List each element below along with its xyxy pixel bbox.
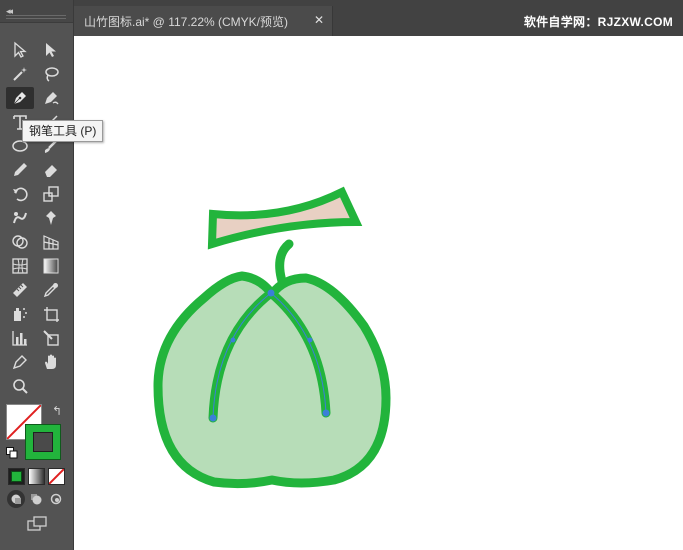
puppet-warp-tool-icon[interactable] [39, 207, 63, 229]
hand-tool-icon[interactable] [39, 351, 63, 373]
rotate-tool-icon[interactable] [8, 183, 32, 205]
watermark-text: 软件自学网：RJZXW.COM [523, 15, 673, 29]
pen-tool-icon[interactable] [6, 87, 34, 109]
eyedropper-tool-icon[interactable] [39, 279, 63, 301]
anchor-point[interactable] [322, 409, 330, 417]
default-fill-stroke-icon[interactable] [6, 446, 18, 459]
document-tab-bar: 山竹图标.ai* @ 117.22% (CMYK/预览) ✕ 软件自学网：RJZ… [74, 0, 683, 36]
magic-wand-tool-icon[interactable] [8, 63, 32, 85]
draw-inside-icon[interactable] [47, 490, 65, 508]
zoom-tool-icon[interactable] [8, 375, 32, 397]
artboard-canvas[interactable] [74, 36, 683, 550]
pencil-tool-icon[interactable] [8, 159, 32, 181]
mesh-tool-icon[interactable] [8, 255, 32, 277]
scale-tool-icon[interactable] [39, 183, 63, 205]
draw-behind-icon[interactable] [27, 490, 45, 508]
fill-stroke-control: ↰ [6, 404, 68, 460]
screen-mode-icon[interactable] [24, 513, 50, 535]
perspective-grid-tool-icon[interactable] [39, 231, 63, 253]
symbol-sprayer-tool-icon[interactable] [8, 303, 32, 325]
gradient-tool-icon[interactable] [39, 255, 63, 277]
anchor-point[interactable] [209, 414, 217, 422]
mangosteen-artwork [153, 186, 391, 489]
document-tab-title: 山竹图标.ai* @ 117.22% (CMYK/预览) [84, 14, 289, 29]
draw-normal-icon[interactable] [7, 490, 25, 508]
swap-fill-stroke-icon[interactable]: ↰ [52, 404, 62, 418]
selection-tool-icon[interactable] [8, 39, 32, 61]
anchor-point[interactable] [267, 289, 275, 297]
toolbar-header[interactable]: ◂◂ [0, 0, 73, 23]
direct-selection-tool-icon[interactable] [39, 39, 63, 61]
eraser-tool-icon[interactable] [39, 159, 63, 181]
artwork-fruit-body[interactable] [153, 271, 391, 489]
gradient-mode-button[interactable] [28, 468, 45, 485]
shape-builder-tool-icon[interactable] [8, 231, 32, 253]
measure-tool-icon[interactable] [8, 279, 32, 301]
artboard-tool-icon[interactable] [39, 303, 63, 325]
warp-tool-icon[interactable] [8, 207, 32, 229]
panel-grip[interactable] [6, 15, 66, 19]
document-tab[interactable]: 山竹图标.ai* @ 117.22% (CMYK/预览) ✕ [74, 6, 333, 36]
slice-tool-icon[interactable] [39, 327, 63, 349]
stroke-swatch[interactable] [25, 424, 61, 460]
none-mode-button[interactable] [48, 468, 65, 485]
artwork-leaf[interactable] [207, 186, 363, 250]
lasso-tool-icon[interactable] [39, 63, 63, 85]
stroke-swatch-inner [33, 432, 53, 452]
pen-tool-tooltip: 钢笔工具 (P) [22, 120, 104, 142]
tools-panel: ◂◂ ↰ [0, 0, 74, 550]
close-tab-icon[interactable]: ✕ [314, 13, 324, 27]
anchor-point[interactable] [230, 337, 236, 343]
color-mode-button[interactable] [8, 468, 25, 485]
eyedropper-alt-tool-icon[interactable] [8, 351, 32, 373]
anchor-point[interactable] [307, 337, 313, 343]
curvature-tool-icon[interactable] [39, 87, 63, 109]
column-graph-tool-icon[interactable] [8, 327, 32, 349]
